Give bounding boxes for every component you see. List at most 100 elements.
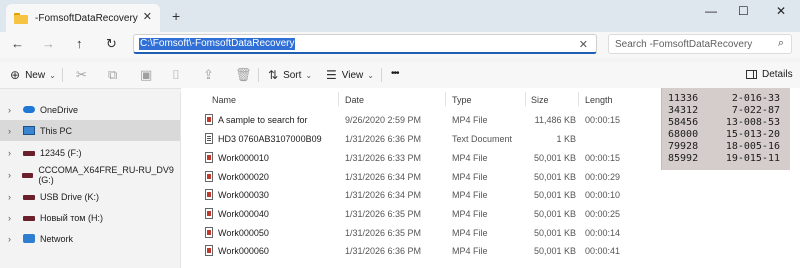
file-type: MP4 File	[452, 190, 488, 200]
sort-label: Sort	[283, 69, 302, 81]
column-divider[interactable]	[578, 92, 579, 106]
sidebar-item-drive-f[interactable]: › 12345 (F:)	[0, 142, 180, 163]
chevron-right-icon[interactable]: ›	[8, 234, 18, 244]
paste-icon[interactable]: ▣	[140, 67, 152, 83]
video-file-icon	[205, 152, 213, 163]
file-size: 50,001 KB	[533, 172, 576, 182]
sidebar-item-label: CCCOMA_X64FRE_RU-RU_DV9 (G:)	[38, 164, 174, 185]
search-icon[interactable]: ⌕	[778, 37, 784, 50]
sidebar-item-usb-drive[interactable]: › USB Drive (K:)	[0, 186, 180, 207]
column-header-date[interactable]: Date	[345, 95, 364, 105]
file-type: Text Document	[452, 134, 513, 144]
sidebar-item-drive-h[interactable]: › Новый том (H:)	[0, 207, 180, 228]
sidebar-item-label: OneDrive	[40, 104, 79, 115]
maximize-icon[interactable]: ☐	[738, 4, 749, 18]
back-icon[interactable]: ←	[11, 36, 24, 51]
column-header-size[interactable]: Size	[531, 95, 549, 105]
minimize-icon[interactable]: —	[705, 4, 717, 18]
file-row[interactable]: Work000050 1/31/2026 6:35 PM MP4 File 50,00…	[181, 224, 800, 242]
column-divider[interactable]	[525, 92, 526, 106]
chevron-right-icon[interactable]: ›	[8, 105, 18, 115]
file-size: 50,001 KB	[533, 190, 576, 200]
overlay-number: 85992	[668, 153, 699, 164]
delete-icon[interactable]: 🗑	[235, 67, 252, 83]
file-size: 50,001 KB	[533, 209, 576, 219]
forward-icon[interactable]: →	[42, 36, 55, 51]
overlay-code: 7-022-87	[731, 105, 780, 116]
file-length: 00:00:25	[585, 209, 621, 219]
overlay-number: 34312	[668, 105, 699, 116]
more-options-icon[interactable]: •••	[391, 68, 399, 79]
sidebar-item-drive-g[interactable]: › CCCOMA_X64FRE_RU-RU_DV9 (G:)	[0, 164, 180, 185]
close-tab-icon[interactable]: ✕	[143, 10, 152, 23]
cut-icon[interactable]: ✂	[76, 67, 87, 83]
sidebar-item-onedrive[interactable]: › OneDrive	[0, 99, 180, 120]
share-icon[interactable]: ⇪	[203, 67, 214, 83]
file-size: 1 KB	[556, 134, 576, 144]
close-window-icon[interactable]: ✕	[776, 4, 786, 18]
overlay-row: 68000 15-013-20	[668, 129, 786, 141]
up-icon[interactable]: ↑	[76, 36, 83, 51]
overlay-row: 11336 2-016-33	[668, 93, 786, 105]
computer-icon	[23, 126, 35, 135]
refresh-icon[interactable]: ↻	[106, 36, 117, 52]
address-bar[interactable]: C:\Fomsoft\-FomsoftDataRecovery ✕	[133, 34, 597, 54]
new-tab-icon[interactable]: +	[172, 8, 180, 24]
chevron-right-icon[interactable]: ›	[8, 170, 17, 180]
search-placeholder: Search -FomsoftDataRecovery	[615, 39, 753, 50]
column-header-length[interactable]: Length	[585, 95, 613, 105]
new-button[interactable]: ⊕ New ⌄	[10, 68, 56, 82]
chevron-down-icon: ⌄	[367, 70, 374, 80]
clear-address-icon[interactable]: ✕	[579, 38, 588, 51]
file-row[interactable]: Work000030 1/31/2026 6:34 PM MP4 File 50,00…	[181, 186, 800, 204]
chevron-right-icon[interactable]: ›	[8, 213, 18, 223]
column-header-name[interactable]: Name	[212, 95, 236, 105]
details-button[interactable]: Details	[746, 69, 793, 80]
chevron-right-icon[interactable]: ›	[8, 126, 18, 136]
search-box[interactable]: Search -FomsoftDataRecovery ⌕	[608, 34, 792, 54]
file-date: 1/31/2026 6:36 PM	[345, 134, 422, 144]
folder-tab[interactable]: -FomsoftDataRecovery ✕	[6, 4, 160, 32]
details-pane-icon	[746, 70, 757, 79]
overlay-number: 11336	[668, 93, 699, 104]
rename-icon[interactable]: ⌷	[172, 67, 180, 83]
column-divider[interactable]	[445, 92, 446, 106]
sort-icon: ⇅	[268, 68, 279, 82]
file-type: MP4 File	[452, 209, 488, 219]
file-date: 9/26/2020 2:59 PM	[345, 115, 422, 125]
file-date: 1/31/2026 6:35 PM	[345, 228, 422, 238]
command-bar: ⊕ New ⌄ ✂ ⧉ ▣ ⌷ ⇪ 🗑 ⇅ Sort ⌄ ☰ View ⌄ ••…	[0, 62, 800, 89]
overlay-row: 79928 18-005-16	[668, 141, 786, 153]
column-divider[interactable]	[338, 92, 339, 106]
overlay-code: 19-015-11	[725, 153, 780, 164]
overlay-number-list: 11336 2-016-33 34312 7-022-87 58456 13-008-53…	[661, 88, 790, 170]
video-file-icon	[205, 189, 213, 200]
chevron-right-icon[interactable]: ›	[8, 148, 18, 158]
overlay-number: 68000	[668, 129, 699, 140]
file-date: 1/31/2026 6:35 PM	[345, 209, 422, 219]
file-size: 11,486 KB	[534, 115, 576, 125]
column-header-type[interactable]: Type	[452, 95, 472, 105]
file-length: 00:00:14	[585, 228, 621, 238]
file-name: Work000030	[218, 190, 269, 200]
file-name: Work000060	[218, 246, 269, 256]
file-row[interactable]: Work000060 1/31/2026 6:36 PM MP4 File 50,00…	[181, 242, 800, 260]
sidebar-item-network[interactable]: › Network	[0, 228, 180, 249]
text-file-icon	[205, 133, 213, 144]
chevron-right-icon[interactable]: ›	[8, 192, 18, 202]
sidebar-item-label: 12345 (F:)	[40, 147, 82, 158]
view-label: View	[341, 69, 364, 81]
sidebar-item-this-pc[interactable]: › This PC	[0, 120, 180, 141]
sort-button[interactable]: ⇅ Sort ⌄	[268, 68, 312, 82]
file-row[interactable]: Work000040 1/31/2026 6:35 PM MP4 File 50,00…	[181, 205, 800, 223]
file-name: HD3 0760AB3107000B09	[218, 134, 322, 144]
address-path[interactable]: C:\Fomsoft\-FomsoftDataRecovery	[139, 38, 296, 50]
view-button[interactable]: ☰ View ⌄	[326, 68, 374, 82]
file-size: 50,001 KB	[533, 228, 576, 238]
copy-icon[interactable]: ⧉	[108, 67, 117, 83]
chevron-down-icon: ⌄	[49, 70, 56, 80]
file-length: 00:00:29	[585, 172, 621, 182]
file-row[interactable]: Work000020 1/31/2026 6:34 PM MP4 File 50,00…	[181, 168, 800, 186]
sidebar-item-label: Network	[40, 233, 74, 244]
video-file-icon	[205, 114, 213, 125]
